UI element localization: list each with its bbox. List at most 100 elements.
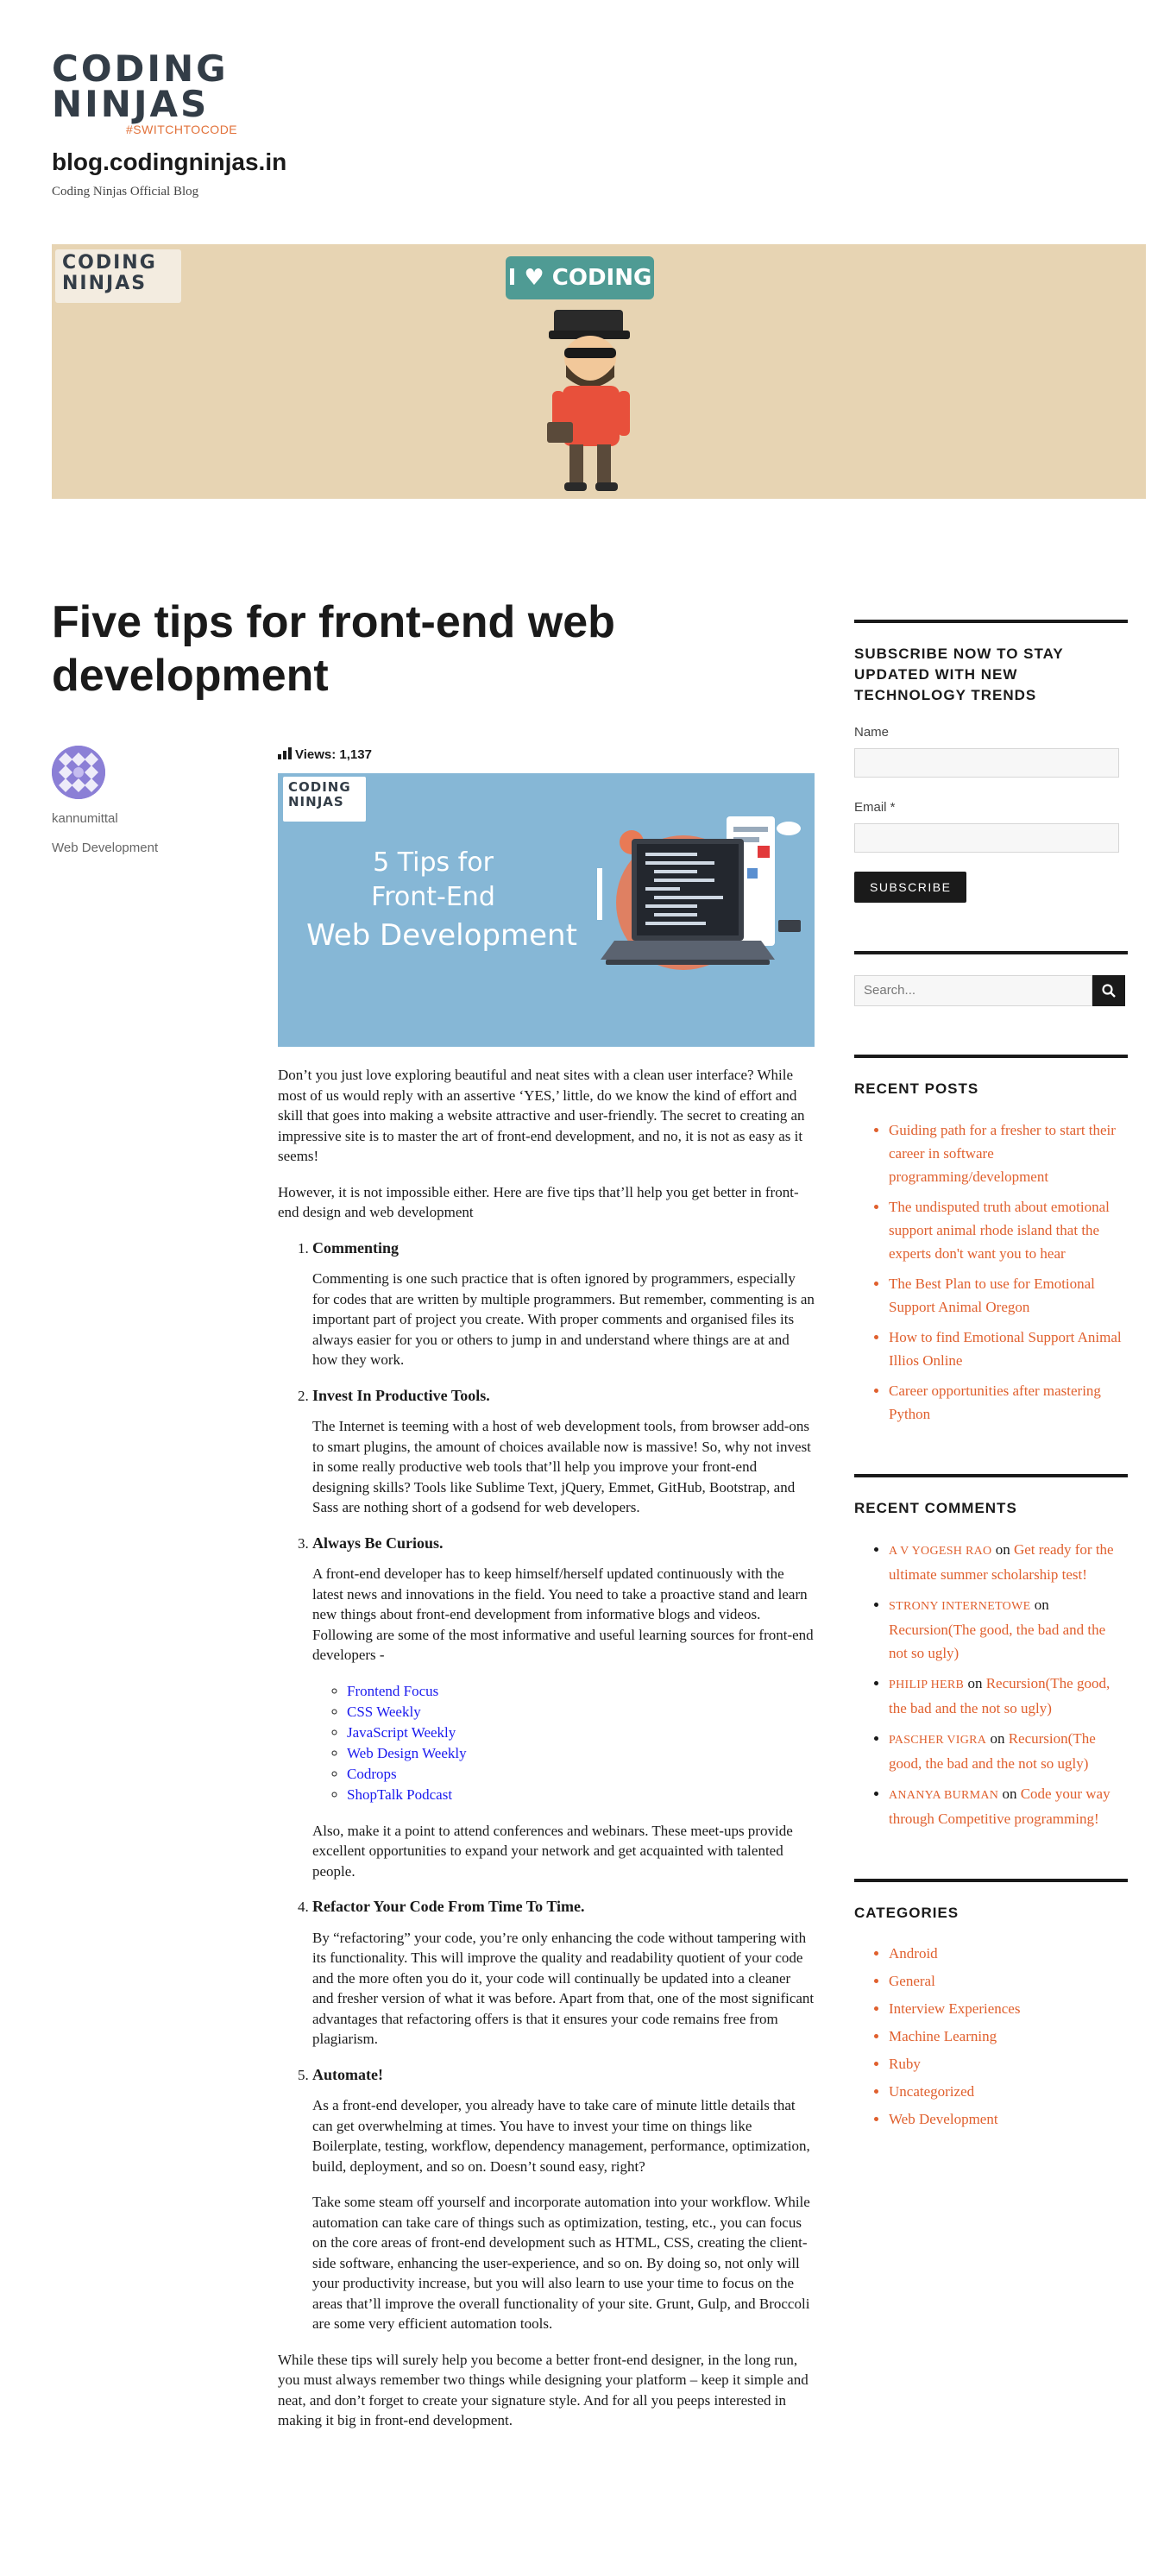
recent-posts-widget: Recent Posts Guiding path for a fresher … [854, 1055, 1128, 1426]
tip-body: A front-end developer has to keep himsel… [312, 1565, 814, 1663]
tip-body: By “refactoring” your code, you’re only … [312, 1929, 815, 2048]
tip-body: Commenting is one such practice that is … [312, 1270, 815, 1368]
learning-sources-list: Frontend Focus CSS Weekly JavaScript Wee… [312, 1681, 815, 1805]
tip-heading: Automate! [312, 2065, 383, 2083]
link-shoptalk-podcast[interactable]: ShopTalk Podcast [347, 1786, 452, 1803]
list-item: Philip Herb on Recursion(The good, the b… [889, 1672, 1128, 1720]
tip-heading: Invest In Productive Tools. [312, 1386, 490, 1404]
intro-paragraph-2: However, it is not impossible either. He… [278, 1183, 799, 1221]
list-item: Web Development [889, 2108, 1128, 2131]
list-item: The undisputed truth about emotional sup… [889, 1195, 1128, 1265]
category-link-android[interactable]: Android [889, 1945, 938, 1962]
featured-logo-row2: NINJAS [288, 794, 344, 809]
recent-post-link[interactable]: Career opportunities after mastering Pyt… [889, 1382, 1101, 1422]
list-item: Interview Experiences [889, 1998, 1128, 2020]
tip-body-after: Also, make it a point to attend conferen… [312, 1822, 793, 1880]
category-link-ruby[interactable]: Ruby [889, 2056, 921, 2072]
tip-item: Commenting Commenting is one such practi… [312, 1238, 815, 1370]
list-item: JavaScript Weekly [347, 1723, 815, 1743]
featured-logo-row1: CODING [288, 779, 351, 795]
tip-heading: Always Be Curious. [312, 1534, 444, 1552]
recent-post-link[interactable]: The undisputed truth about emotional sup… [889, 1199, 1110, 1262]
category-link-uncategorized[interactable]: Uncategorized [889, 2083, 974, 2100]
category-link-interview-experiences[interactable]: Interview Experiences [889, 2000, 1020, 2017]
site-title[interactable]: blog.codingninjas.in [52, 148, 286, 176]
logo-tagline: #SWITCHTOCODE [126, 123, 238, 136]
recent-posts-title: Recent Posts [854, 1080, 979, 1097]
search-form: Search... [854, 975, 1128, 1006]
list-item: Career opportunities after mastering Pyt… [889, 1379, 1128, 1426]
search-icon [1102, 984, 1116, 998]
comment-author-link[interactable]: Ananya Burman [889, 1789, 998, 1802]
list-item: Android [889, 1943, 1128, 1965]
ninja-mascot-illustration [547, 310, 630, 491]
tip-item: Automate! As a front-end developer, you … [312, 2065, 815, 2334]
tip-item: Refactor Your Code From Time To Time. By… [312, 1897, 815, 2050]
comment-on-word: on [990, 1730, 1005, 1747]
comment-post-link[interactable]: Recursion(The good, the bad and the not … [889, 1622, 1105, 1661]
categories-list: Android General Interview Experiences Ma… [854, 1943, 1128, 2131]
recent-post-link[interactable]: Guiding path for a fresher to start thei… [889, 1122, 1116, 1185]
link-codrops[interactable]: Codrops [347, 1766, 397, 1782]
list-item: Frontend Focus [347, 1681, 815, 1702]
search-button[interactable] [1092, 975, 1125, 1006]
category-link-web-development[interactable]: Web Development [889, 2111, 998, 2127]
author-name-link[interactable]: kannumittal [52, 811, 118, 826]
search-input[interactable]: Search... [854, 975, 1092, 1006]
logo-text-row2: NINJAS [52, 83, 210, 125]
list-item: CSS Weekly [347, 1702, 815, 1723]
link-javascript-weekly[interactable]: JavaScript Weekly [347, 1724, 456, 1741]
category-link-general[interactable]: General [889, 1973, 935, 1989]
comment-on-word: on [1002, 1786, 1017, 1802]
search-widget: Search... [854, 951, 1128, 1006]
bar-chart-icon [278, 747, 292, 763]
comment-author-link[interactable]: Philip Herb [889, 1678, 964, 1691]
recent-posts-list: Guiding path for a fresher to start thei… [854, 1118, 1128, 1426]
site-logo[interactable]: CODING NINJAS #SWITCHTOCODE [52, 50, 250, 137]
tip-item: Invest In Productive Tools. The Internet… [312, 1386, 815, 1518]
recent-comments-title: Recent Comments [854, 1500, 1017, 1516]
outro-paragraph: While these tips will surely help you be… [278, 2351, 809, 2429]
comment-on-word: on [995, 1541, 1010, 1558]
list-item: Uncategorized [889, 2081, 1128, 2103]
email-field[interactable] [854, 823, 1119, 853]
featured-line-2: Front-End [371, 882, 495, 912]
post-category-link[interactable]: Web Development [52, 841, 158, 855]
sidebar: Subscribe now to stay updated with new t… [854, 620, 1128, 2179]
author-avatar[interactable] [52, 746, 105, 799]
comment-author-link[interactable]: A V Yogesh Rao [889, 1545, 991, 1558]
tips-list: Commenting Commenting is one such practi… [278, 1238, 815, 2334]
list-item: Guiding path for a fresher to start thei… [889, 1118, 1128, 1188]
list-item: Ananya Burman on Code your way through C… [889, 1782, 1128, 1830]
email-field-label: Email * [854, 800, 896, 815]
header-banner: CODING NINJAS I ♥ CODING [52, 244, 1146, 499]
list-item: Pascher Vigra on Recursion(The good, the… [889, 1727, 1128, 1775]
recent-post-link[interactable]: The Best Plan to use for Emotional Suppo… [889, 1275, 1095, 1315]
list-item: Codrops [347, 1764, 815, 1785]
category-link-machine-learning[interactable]: Machine Learning [889, 2028, 997, 2044]
comment-author-link[interactable]: Pascher Vigra [889, 1734, 986, 1747]
list-item: General [889, 1970, 1128, 1993]
name-field-label: Name [854, 725, 890, 740]
banner-logo-row2: NINJAS [62, 273, 148, 294]
comment-on-word: on [967, 1675, 983, 1691]
name-field[interactable] [854, 748, 1119, 778]
link-web-design-weekly[interactable]: Web Design Weekly [347, 1745, 467, 1761]
subscribe-button[interactable]: Subscribe [854, 872, 967, 903]
site-description: Coding Ninjas Official Blog [52, 185, 199, 198]
subscribe-widget: Subscribe now to stay updated with new t… [854, 620, 1128, 903]
recent-post-link[interactable]: How to find Emotional Support Animal Ill… [889, 1329, 1122, 1369]
laptop-code-illustration [597, 816, 801, 970]
list-item: The Best Plan to use for Emotional Suppo… [889, 1272, 1128, 1319]
comment-author-link[interactable]: Strony internetowe [889, 1600, 1030, 1613]
list-item: A V Yogesh Rao on Get ready for the ulti… [889, 1538, 1128, 1586]
featured-image-logo: CODING NINJAS [283, 777, 366, 822]
list-item: Strony internetowe on Recursion(The good… [889, 1593, 1128, 1665]
tip-body-after: Take some steam off yourself and incorpo… [312, 2194, 810, 2332]
link-css-weekly[interactable]: CSS Weekly [347, 1704, 421, 1720]
tip-heading: Refactor Your Code From Time To Time. [312, 1898, 585, 1915]
tip-item: Always Be Curious. A front-end developer… [312, 1534, 815, 1882]
list-item: Machine Learning [889, 2025, 1128, 2048]
list-item: How to find Emotional Support Animal Ill… [889, 1326, 1128, 1372]
link-frontend-focus[interactable]: Frontend Focus [347, 1683, 438, 1699]
